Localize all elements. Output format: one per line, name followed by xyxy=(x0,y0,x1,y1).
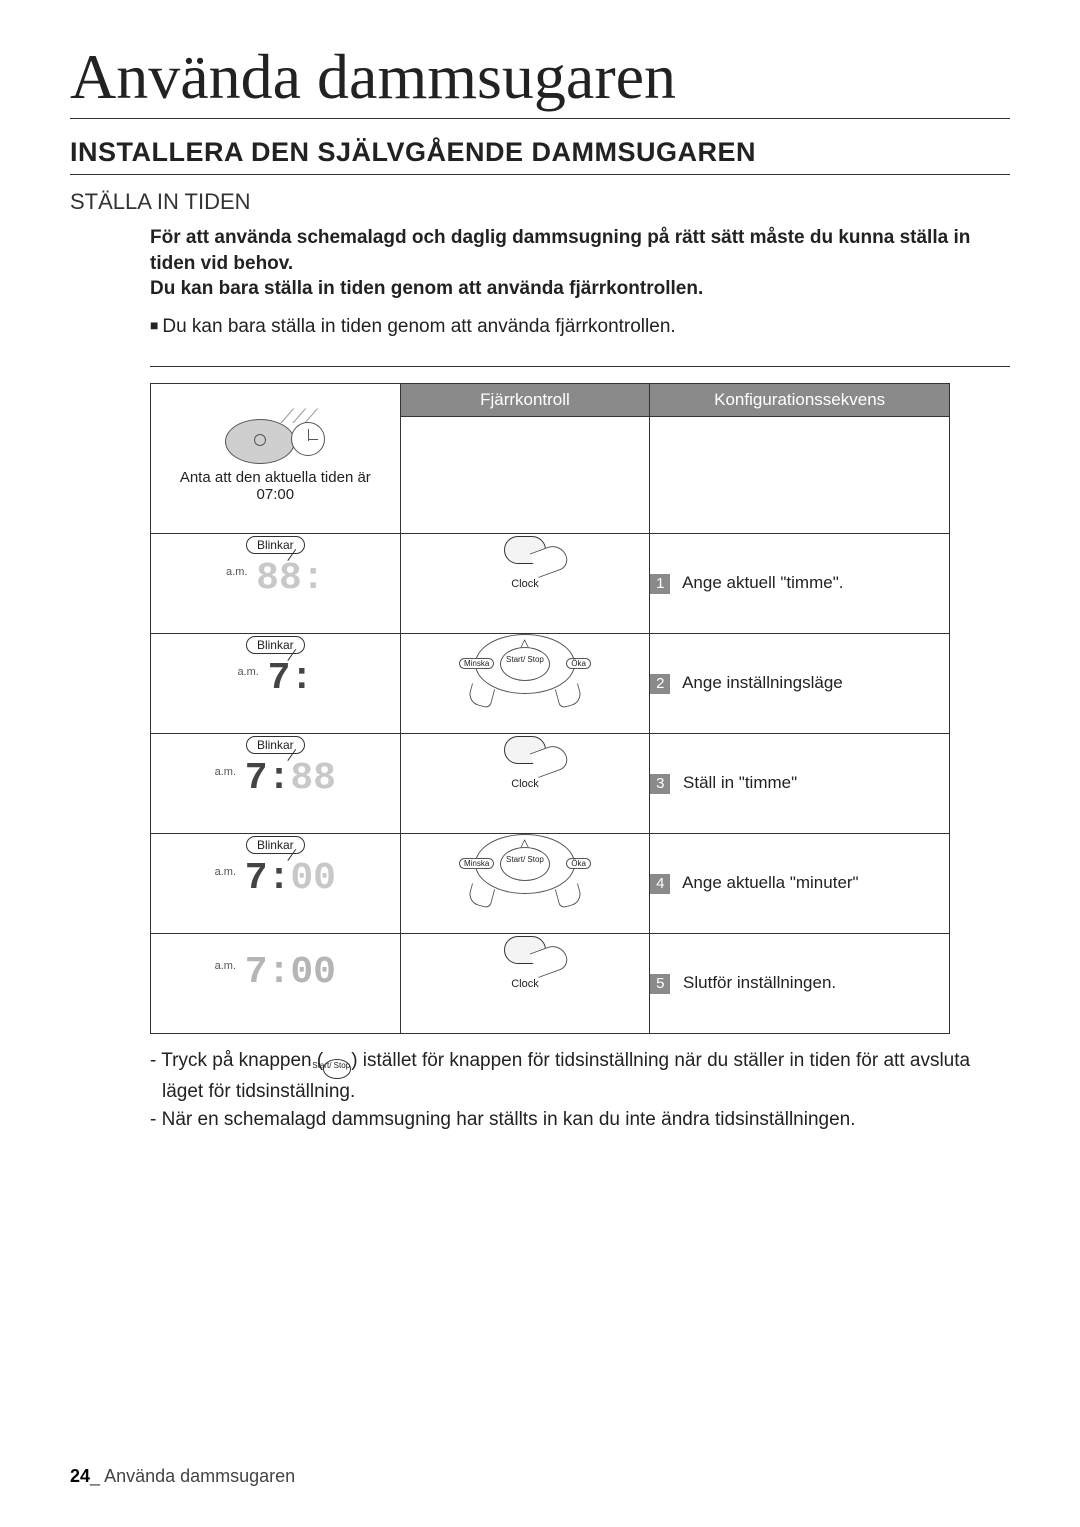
intro-line-2: Du kan bara ställa in tiden genom att an… xyxy=(150,276,1010,302)
step-text: Ange aktuell "timme". xyxy=(682,573,843,592)
ampm-label: a.m. xyxy=(215,960,236,972)
finger-press-icon xyxy=(555,883,583,909)
seven-segment: 7:00 xyxy=(245,954,336,992)
intro-illustration-cell: ⟋⟋⟋ Anta att den aktuella tiden är 07:00 xyxy=(151,383,401,533)
control-wheel-icon: △ Minska Öka Start/ Stop xyxy=(465,834,585,904)
desc-cell: 1 Ange aktuell "timme". xyxy=(650,533,950,633)
display-cell: Blinkar a.m. 7: xyxy=(151,633,401,733)
finger-press-icon xyxy=(530,742,571,778)
remote-cell: △ Minska Öka Start/ Stop xyxy=(400,833,650,933)
table-row: Blinkar a.m. 7:00 △ Minska Öka Start/ St… xyxy=(151,833,950,933)
note-1: - Tryck på knappen (Start/ Stop) iställe… xyxy=(150,1048,1010,1105)
display-cell: Blinkar a.m. 7:00 xyxy=(151,833,401,933)
blinkar-badge: Blinkar xyxy=(246,736,305,754)
start-stop-label: Start/ Stop xyxy=(500,647,550,681)
page: Använda dammsugaren INSTALLERA DEN SJÄLV… xyxy=(0,0,1080,1527)
remote-cell: Clock xyxy=(400,733,650,833)
finger-press-icon xyxy=(530,542,571,578)
finger-press-icon xyxy=(555,683,583,709)
desc-cell: 5 Slutför inställningen. xyxy=(650,933,950,1033)
step-text: Slutför inställningen. xyxy=(683,973,836,992)
display-cell: a.m. 7:00 xyxy=(151,933,401,1033)
table-header-row: ⟋⟋⟋ Anta att den aktuella tiden är 07:00… xyxy=(151,383,950,416)
finger-press-icon xyxy=(530,942,571,978)
note-2: - När en schemalagd dammsugning har stäl… xyxy=(150,1107,1010,1133)
blinkar-badge: Blinkar xyxy=(246,836,305,854)
notes-block: - Tryck på knappen (Start/ Stop) iställe… xyxy=(150,1048,1010,1132)
header-config: Konfigurationssekvens xyxy=(650,383,950,416)
step-number: 3 xyxy=(650,774,670,794)
step-number: 2 xyxy=(650,674,670,694)
ampm-label: a.m. xyxy=(215,866,236,878)
page-number: 24 xyxy=(70,1466,90,1486)
step-number: 4 xyxy=(650,874,670,894)
step-number: 1 xyxy=(650,574,670,594)
step-text: Ställ in "timme" xyxy=(683,773,797,792)
finger-press-icon xyxy=(467,683,495,709)
minska-label: Minska xyxy=(459,858,494,869)
remote-cell: Clock xyxy=(400,933,650,1033)
start-stop-inline-icon: Start/ Stop xyxy=(323,1059,351,1079)
blinkar-badge: Blinkar xyxy=(246,636,305,654)
oka-label: Öka xyxy=(566,858,591,869)
desc-cell: 2 Ange inställningsläge xyxy=(650,633,950,733)
page-footer: 24_ Använda dammsugaren xyxy=(70,1466,295,1487)
robot-clock-illustration: ⟋⟋⟋ xyxy=(225,414,325,469)
footer-sep: _ xyxy=(90,1466,104,1486)
document-title: Använda dammsugaren xyxy=(70,40,1010,119)
seven-segment: 88: xyxy=(256,560,324,598)
seven-segment: 7: xyxy=(268,660,314,698)
robot-icon xyxy=(225,419,295,464)
seven-segment: 7:88 xyxy=(245,760,336,798)
minska-label: Minska xyxy=(459,658,494,669)
table-row: Blinkar a.m. 7: △ Minska Öka Start/ Stop xyxy=(151,633,950,733)
step-text: Ange inställningsläge xyxy=(682,673,843,692)
ampm-label: a.m. xyxy=(237,666,258,678)
table-row: a.m. 7:00 Clock 5 Slutför inställningen. xyxy=(151,933,950,1033)
step-number: 5 xyxy=(650,974,670,994)
ampm-label: a.m. xyxy=(226,566,247,578)
header-remote: Fjärrkontroll xyxy=(400,383,650,416)
control-wheel-icon: △ Minska Öka Start/ Stop xyxy=(465,634,585,704)
desc-cell-empty xyxy=(650,416,950,533)
blinkar-badge: Blinkar xyxy=(246,536,305,554)
note-1-prefix: - Tryck på knappen ( xyxy=(150,1050,323,1071)
seven-segment: 7:00 xyxy=(245,860,336,898)
intro-cell-line1: Anta att den aktuella tiden är xyxy=(151,469,400,486)
oka-label: Öka xyxy=(566,658,591,669)
footer-text: Använda dammsugaren xyxy=(104,1466,295,1486)
intro-line-1: För att använda schemalagd och daglig da… xyxy=(150,225,1010,276)
clock-button-label: Clock xyxy=(401,778,650,790)
display-cell: Blinkar a.m. 7:88 xyxy=(151,733,401,833)
clock-button-label: Clock xyxy=(401,978,650,990)
desc-cell: 4 Ange aktuella "minuter" xyxy=(650,833,950,933)
configuration-table: ⟋⟋⟋ Anta att den aktuella tiden är 07:00… xyxy=(150,383,950,1034)
start-stop-label: Start/ Stop xyxy=(500,847,550,881)
subsection-title: STÄLLA IN TIDEN xyxy=(70,189,1010,215)
table-row: Blinkar a.m. 7:88 Clock 3 Ställ in "timm… xyxy=(151,733,950,833)
intro-block: För att använda schemalagd och daglig da… xyxy=(150,225,1010,302)
clock-button-label: Clock xyxy=(401,578,650,590)
clock-button-icon xyxy=(504,736,546,764)
step-text: Ange aktuella "minuter" xyxy=(682,873,859,892)
finger-press-icon xyxy=(467,883,495,909)
section-title: INSTALLERA DEN SJÄLVGÅENDE DAMMSUGAREN xyxy=(70,137,1010,175)
clock-button-icon xyxy=(504,936,546,964)
remote-cell-empty xyxy=(400,416,650,533)
remote-cell: △ Minska Öka Start/ Stop xyxy=(400,633,650,733)
bullet-note: Du kan bara ställa in tiden genom att an… xyxy=(150,316,1010,367)
table-row: Blinkar a.m. 88: Clock 1 Ange aktuell "t… xyxy=(151,533,950,633)
clock-button-icon xyxy=(504,536,546,564)
alarm-clock-icon xyxy=(291,422,325,456)
remote-cell: Clock xyxy=(400,533,650,633)
ampm-label: a.m. xyxy=(215,766,236,778)
display-cell: Blinkar a.m. 88: xyxy=(151,533,401,633)
intro-cell-line2: 07:00 xyxy=(151,486,400,503)
desc-cell: 3 Ställ in "timme" xyxy=(650,733,950,833)
